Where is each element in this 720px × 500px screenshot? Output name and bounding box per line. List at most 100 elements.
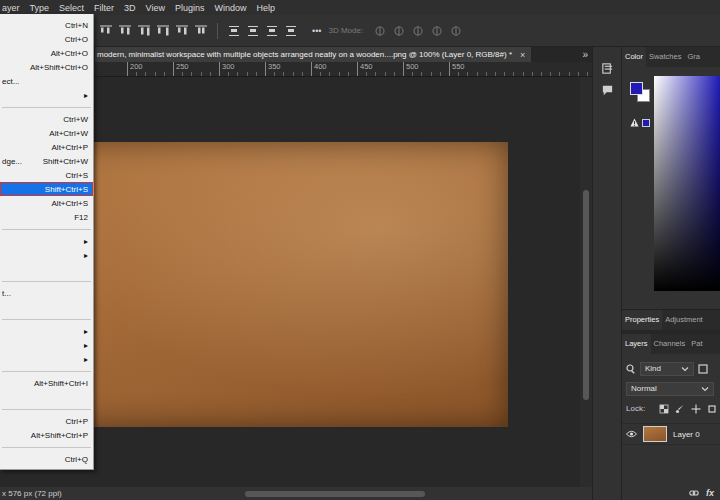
menu-item[interactable]: t... [0, 286, 93, 300]
menu-shortcut: Alt+Ctrl+P [52, 143, 88, 152]
history-icon[interactable] [601, 62, 614, 75]
panel-tab[interactable]: Adjustment [662, 310, 706, 330]
lock-transparency-icon[interactable] [659, 404, 669, 414]
blend-mode-dropdown[interactable]: Normal [626, 382, 714, 396]
scrollbar-thumb[interactable] [245, 491, 425, 497]
distribute-icon[interactable] [247, 25, 259, 37]
filter-kind-dropdown[interactable]: Kind [640, 362, 694, 376]
menu-item-right: Ctrl+P [66, 417, 88, 426]
lock-move-icon[interactable] [691, 404, 701, 414]
lock-brush-icon[interactable] [675, 404, 685, 414]
separator-line [2, 107, 91, 108]
menu-item[interactable]: Ctrl+S [0, 168, 93, 182]
menu-item[interactable]: Ctrl+P [0, 414, 93, 428]
menu-item[interactable]: ▸ [0, 248, 93, 262]
foreground-color-swatch[interactable] [630, 82, 643, 95]
menu-item-right: Alt+Ctrl+S [52, 199, 88, 208]
3d-mode-icon[interactable] [412, 25, 424, 37]
more-options-button[interactable]: ••• [312, 26, 321, 36]
menu-separator [0, 442, 93, 452]
panel-tab[interactable]: Properties [622, 310, 662, 330]
menu-shortcut: Alt+Shift+Ctrl+P [31, 431, 88, 440]
menu-item[interactable]: dge...Shift+Ctrl+W [0, 154, 93, 168]
menu-item[interactable]: ▸ [0, 324, 93, 338]
collapse-panels-button[interactable]: » [582, 47, 592, 62]
menu-item[interactable]: Shift+Ctrl+S [0, 182, 93, 196]
menu-item[interactable]: Alt+Shift+Ctrl+O [0, 60, 93, 74]
horizontal-scrollbar[interactable] [150, 490, 592, 498]
layer-style-button[interactable]: fx [706, 488, 714, 498]
menu-bar-item[interactable]: 3D [124, 3, 136, 13]
menu-item[interactable] [0, 262, 93, 276]
distribute-icon[interactable] [228, 25, 240, 37]
menu-bar-item[interactable]: Filter [94, 3, 114, 13]
ruler-tick: 350 [265, 62, 311, 76]
scrollbar-thumb[interactable] [583, 190, 589, 400]
link-icon[interactable] [689, 488, 699, 498]
align-icon[interactable] [176, 25, 188, 37]
menu-item[interactable]: ▸ [0, 88, 93, 102]
menu-item[interactable]: Ctrl+W [0, 112, 93, 126]
eye-icon[interactable] [626, 430, 637, 438]
menu-bar-item[interactable]: View [146, 3, 165, 13]
panel-tab[interactable]: Color [622, 47, 646, 67]
distribute-icon[interactable] [285, 25, 297, 37]
filter-pixel-icon[interactable] [698, 364, 708, 374]
menu-shortcut: Ctrl+N [65, 21, 88, 30]
color-field[interactable] [654, 76, 720, 291]
menu-bar-item[interactable]: Window [214, 3, 246, 13]
3d-mode-icon[interactable] [393, 25, 405, 37]
align-icon[interactable] [157, 25, 169, 37]
menu-item[interactable]: Ctrl+O [0, 32, 93, 46]
3d-mode-icon[interactable] [450, 25, 462, 37]
align-icon[interactable] [119, 25, 131, 37]
menu-item[interactable]: Alt+Ctrl+S [0, 196, 93, 210]
chevron-down-icon [701, 385, 709, 393]
menu-item[interactable]: Alt+Ctrl+W [0, 126, 93, 140]
align-icon[interactable] [138, 25, 150, 37]
lock-row: Lock: [622, 401, 720, 416]
swatch-column [622, 76, 654, 291]
menu-item[interactable]: ▸ [0, 338, 93, 352]
menu-item[interactable] [0, 300, 93, 314]
menu-item[interactable]: Alt+Shift+Ctrl+P [0, 428, 93, 442]
comment-icon[interactable] [601, 84, 614, 97]
separator-line [2, 447, 91, 448]
web-safe-swatch[interactable] [642, 119, 650, 127]
menu-bar-item[interactable]: Type [30, 3, 50, 13]
3d-mode-icon[interactable] [431, 25, 443, 37]
distribute-icon[interactable] [266, 25, 278, 37]
panel-tab[interactable]: Swatches [646, 47, 685, 67]
menu-item[interactable]: Alt+Shift+Ctrl+I [0, 376, 93, 390]
menu-bar-item[interactable]: ayer [2, 3, 20, 13]
close-tab-button[interactable]: × [520, 50, 525, 60]
menu-item[interactable]: ▸ [0, 234, 93, 248]
menu-item[interactable]: ▸ [0, 352, 93, 366]
document-tab[interactable]: modern, minimalist workspace with multip… [95, 47, 531, 62]
menu-bar-item[interactable]: Help [256, 3, 275, 13]
3d-mode-icon[interactable] [374, 25, 386, 37]
layer-row[interactable]: Layer 0 [622, 423, 720, 445]
menu-bar: ayer Type Select Filter 3D View Plugins Window H… [0, 0, 720, 15]
panel-tab[interactable]: Pat [688, 334, 705, 354]
menu-item[interactable]: Alt+Ctrl+P [0, 140, 93, 154]
menu-item[interactable]: Ctrl+Q [0, 452, 93, 466]
menu-separator [0, 366, 93, 376]
layer-filter-row: Kind [622, 361, 720, 376]
align-icon[interactable] [100, 25, 112, 37]
menu-item[interactable]: ect... [0, 74, 93, 88]
menu-item[interactable]: Alt+Ctrl+O [0, 46, 93, 60]
panel-tab[interactable]: Channels [651, 334, 689, 354]
panel-tab[interactable]: Gra [684, 47, 703, 67]
menu-item[interactable]: F12 [0, 210, 93, 224]
menu-item[interactable] [0, 390, 93, 404]
color-panel-body [622, 67, 720, 291]
align-icon[interactable] [195, 25, 207, 37]
menu-item-right: ▸ [84, 327, 88, 336]
panel-tab[interactable]: Layers [622, 334, 651, 354]
vertical-scrollbar[interactable] [580, 77, 592, 487]
menu-bar-item[interactable]: Plugins [175, 3, 205, 13]
menu-bar-item[interactable]: Select [59, 3, 84, 13]
lock-artboard-icon[interactable] [707, 404, 717, 414]
menu-item[interactable]: Ctrl+N [0, 18, 93, 32]
